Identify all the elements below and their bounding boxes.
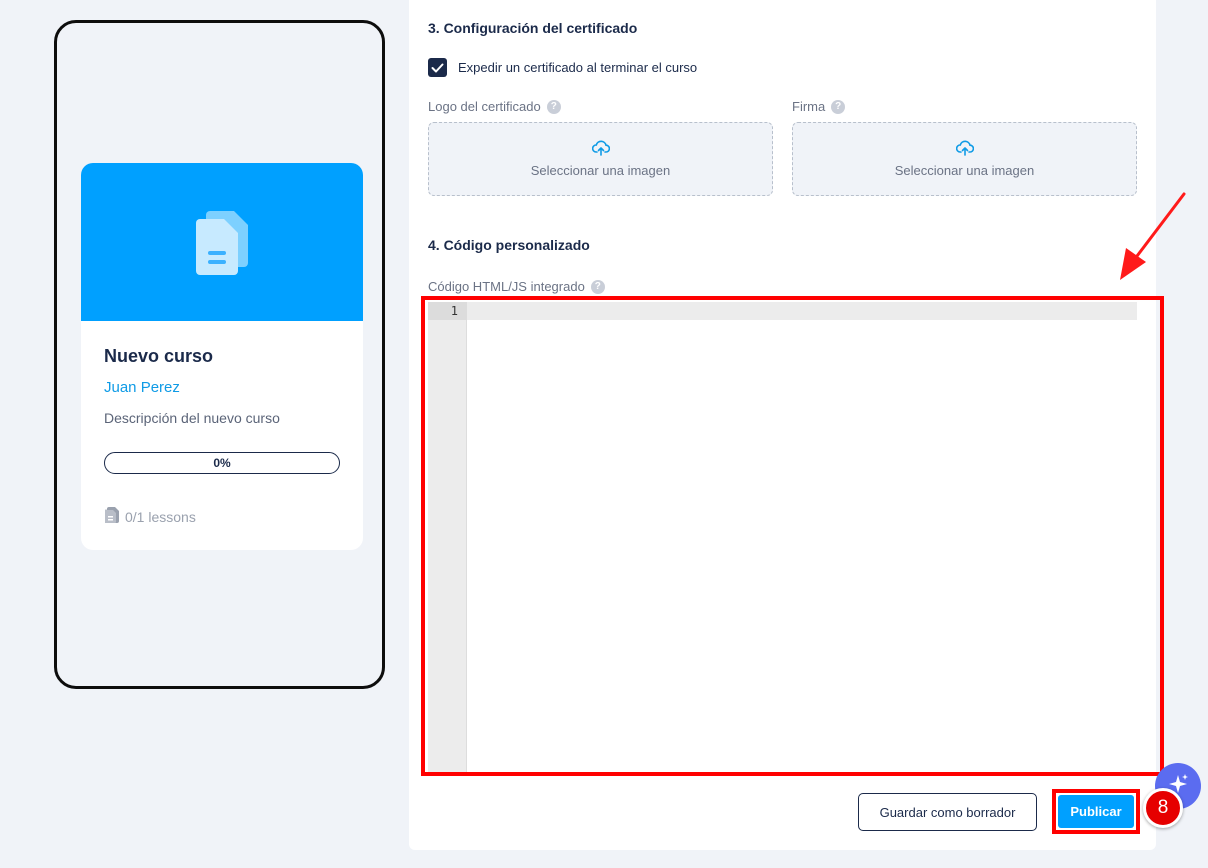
issue-certificate-row[interactable]: Expedir un certificado al terminar el cu… — [428, 58, 697, 77]
certificate-section-title: 3. Configuración del certificado — [428, 20, 638, 36]
issue-certificate-label: Expedir un certificado al terminar el cu… — [458, 60, 698, 75]
cloud-upload-icon — [955, 140, 974, 159]
course-title: Nuevo curso — [104, 346, 214, 366]
upload-label: Seleccionar una imagen — [530, 163, 671, 178]
course-author: Juan Perez — [104, 379, 180, 396]
lessons-count: 0/1 lessons — [104, 507, 196, 526]
signature-field-label: Firma ? — [792, 99, 846, 114]
logo-label-text: Logo del certificado — [428, 99, 541, 114]
save-draft-button[interactable]: Guardar como borrador — [858, 793, 1037, 831]
custom-code-section-title: 4. Código personalizado — [428, 237, 590, 253]
course-card: Nuevo curso Juan Perez Descripción del n… — [81, 163, 363, 550]
logo-upload-dropzone[interactable]: Seleccionar una imagen — [428, 122, 773, 196]
course-settings-panel: 3. Configuración del certificado Expedir… — [409, 0, 1156, 850]
progress-label: 0% — [213, 456, 231, 470]
help-icon[interactable]: ? — [546, 99, 561, 114]
document-icon — [194, 209, 250, 282]
course-description: Descripción del nuevo curso — [104, 410, 280, 426]
editor-active-line[interactable] — [467, 302, 1137, 320]
line-number: 1 — [450, 304, 458, 318]
lessons-label: 0/1 lessons — [125, 508, 196, 525]
signature-upload-dropzone[interactable]: Seleccionar una imagen — [792, 122, 1137, 196]
editor-gutter: 1 — [428, 302, 467, 772]
help-icon[interactable]: ? — [831, 99, 846, 114]
progress-bar: 0% — [104, 452, 340, 474]
signature-label-text: Firma — [792, 99, 826, 114]
step-number-badge: 8 — [1143, 788, 1183, 828]
lesson-icon — [104, 507, 119, 526]
upload-label: Seleccionar una imagen — [894, 163, 1035, 178]
logo-field-label: Logo del certificado ? — [428, 99, 561, 114]
pointer-arrow — [1112, 190, 1188, 289]
issue-certificate-checkbox[interactable] — [428, 58, 447, 77]
code-editor[interactable]: 1 — [428, 302, 1137, 772]
course-banner — [81, 163, 363, 321]
cloud-upload-icon — [591, 140, 610, 159]
publish-button[interactable]: Publicar — [1058, 795, 1134, 828]
help-icon[interactable]: ? — [590, 279, 605, 294]
code-label-text: Código HTML/JS integrado — [428, 279, 585, 294]
code-field-label: Código HTML/JS integrado ? — [428, 279, 605, 294]
publish-highlight: Publicar — [1052, 789, 1140, 834]
